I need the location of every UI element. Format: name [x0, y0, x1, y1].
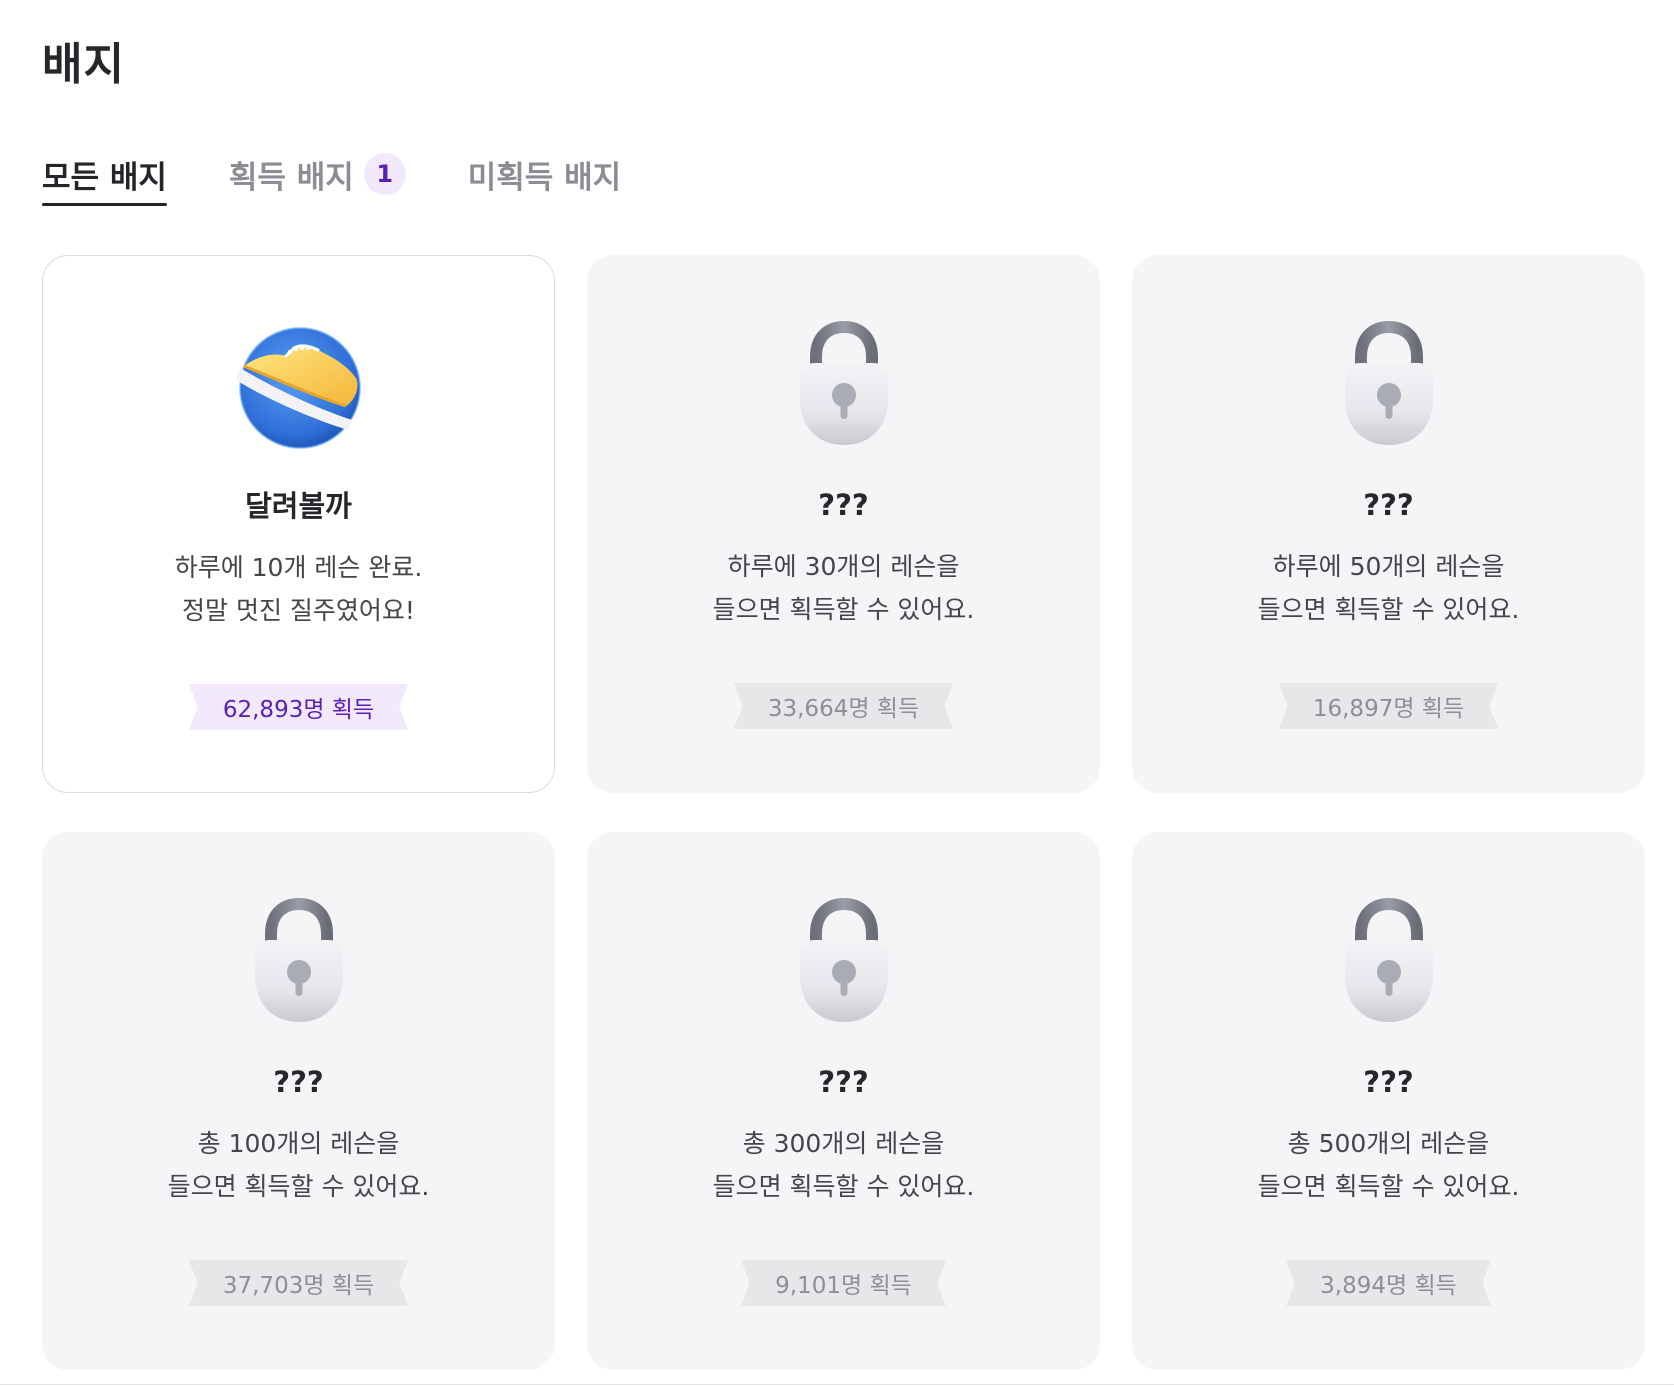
badge-name: ???: [1363, 488, 1414, 522]
lock-icon: [1324, 321, 1454, 451]
earned-count-ribbon: 16,897명 획득: [1278, 683, 1499, 729]
badge-card[interactable]: ??? 총 500개의 레슨을 들으면 획득할 수 있어요. 3,894명 획득: [1132, 832, 1645, 1370]
badges-page: 배지 모든 배지 획득 배지 1 미획득 배지 달려볼까 하루에 10개 레슨 …: [0, 0, 1674, 1386]
badge-description-line: 총 100개의 레슨을: [197, 1129, 400, 1158]
page-title: 배지: [42, 39, 125, 90]
badge-description-line: 총 300개의 레슨을: [742, 1129, 945, 1158]
badge-name: ???: [273, 1065, 324, 1099]
tab-unearned-badges[interactable]: 미획득 배지: [468, 150, 621, 198]
earned-count-ribbon: 9,101명 획득: [741, 1260, 946, 1306]
badge-description: 하루에 30개의 레슨을 들으면 획득할 수 있어요.: [713, 545, 975, 631]
tab-earned-badges[interactable]: 획득 배지 1: [229, 150, 406, 198]
badge-card[interactable]: 달려볼까 하루에 10개 레슨 완료. 정말 멋진 질주였어요! 62,893명…: [42, 255, 555, 793]
badge-name: ???: [818, 1065, 869, 1099]
badge-description-line: 하루에 30개의 레슨을: [727, 552, 960, 581]
badge-description-line: 총 500개의 레슨을: [1287, 1129, 1490, 1158]
badge-card[interactable]: ??? 총 300개의 레슨을 들으면 획득할 수 있어요. 9,101명 획득: [587, 832, 1100, 1370]
badge-name: ???: [818, 488, 869, 522]
badge-description: 총 300개의 레슨을 들으면 획득할 수 있어요.: [713, 1122, 975, 1208]
badge-card[interactable]: ??? 하루에 50개의 레슨을 들으면 획득할 수 있어요. 16,897명 …: [1132, 255, 1645, 793]
tab-label: 획득 배지: [228, 159, 354, 196]
earned-count-ribbon: 37,703명 획득: [188, 1260, 409, 1306]
badge-description-line: 들으면 획득할 수 있어요.: [1257, 1172, 1520, 1201]
badge-grid: 달려볼까 하루에 10개 레슨 완료. 정말 멋진 질주였어요! 62,893명…: [42, 255, 1646, 1370]
badge-tabs: 모든 배지 획득 배지 1 미획득 배지: [42, 150, 683, 210]
badge-name: 달려볼까: [245, 489, 352, 523]
running-shoe-icon: [234, 322, 364, 452]
badge-description: 총 100개의 레슨을 들으면 획득할 수 있어요.: [168, 1122, 430, 1208]
badge-description-line: 들으면 획득할 수 있어요.: [167, 1172, 430, 1201]
badge-description: 하루에 10개 레슨 완료. 정말 멋진 질주였어요!: [175, 546, 423, 632]
earned-count-ribbon: 62,893명 획득: [188, 684, 409, 730]
lock-icon: [1324, 898, 1454, 1028]
badge-description-line: 들으면 획득할 수 있어요.: [712, 1172, 975, 1201]
earned-count-badge: 1: [363, 153, 406, 195]
lock-icon: [234, 898, 364, 1028]
divider: [0, 1384, 1674, 1385]
badge-card[interactable]: ??? 하루에 30개의 레슨을 들으면 획득할 수 있어요. 33,664명 …: [587, 255, 1100, 793]
badge-description: 하루에 50개의 레슨을 들으면 획득할 수 있어요.: [1258, 545, 1520, 631]
badge-description-line: 하루에 50개의 레슨을: [1272, 552, 1505, 581]
lock-icon: [779, 321, 909, 451]
earned-count-ribbon: 33,664명 획득: [733, 683, 954, 729]
tab-label: 미획득 배지: [467, 159, 622, 196]
tab-label: 모든 배지: [42, 159, 167, 196]
badge-card[interactable]: ??? 총 100개의 레슨을 들으면 획득할 수 있어요. 37,703명 획…: [42, 832, 555, 1370]
badge-description: 총 500개의 레슨을 들으면 획득할 수 있어요.: [1258, 1122, 1520, 1208]
badge-description-line: 들으면 획득할 수 있어요.: [712, 595, 975, 624]
badge-name: ???: [1363, 1065, 1414, 1099]
tab-all-badges[interactable]: 모든 배지: [42, 150, 167, 206]
badge-description-line: 들으면 획득할 수 있어요.: [1257, 595, 1520, 624]
badge-description-line: 하루에 10개 레슨 완료.: [174, 553, 423, 582]
badge-description-line: 정말 멋진 질주였어요!: [182, 596, 415, 625]
lock-icon: [779, 898, 909, 1028]
earned-count-ribbon: 3,894명 획득: [1286, 1260, 1491, 1306]
